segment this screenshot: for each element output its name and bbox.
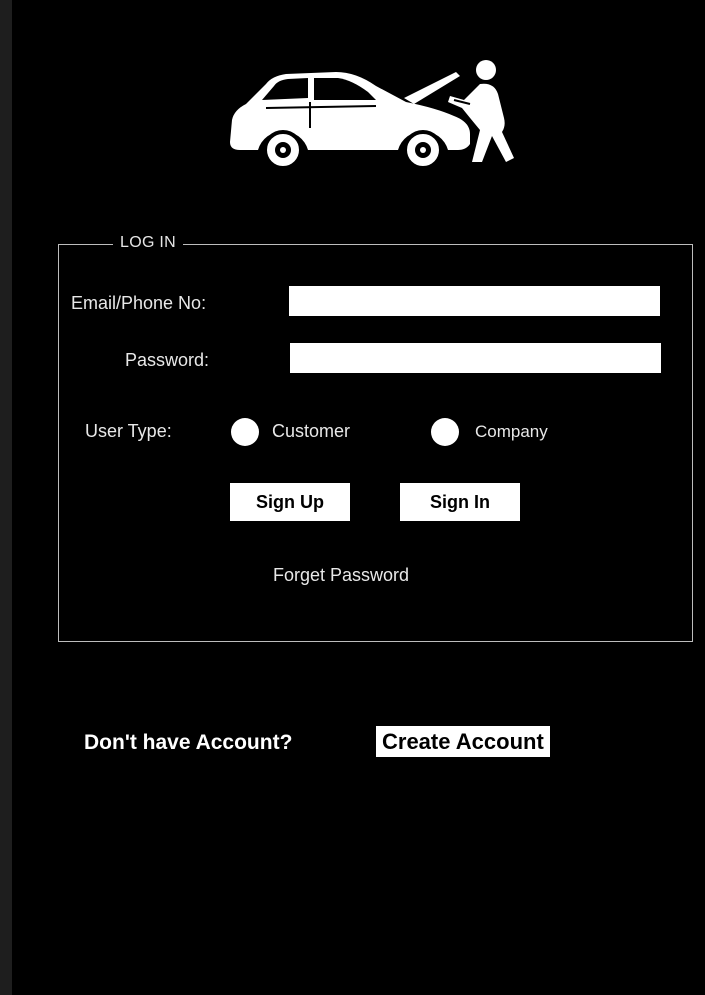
- create-account-button[interactable]: Create Account: [376, 726, 550, 757]
- radio-company[interactable]: [431, 418, 459, 446]
- password-label: Password:: [125, 350, 210, 370]
- radio-customer-label: Customer: [272, 421, 351, 441]
- sign-in-button[interactable]: Sign In: [400, 483, 520, 521]
- radio-customer[interactable]: [231, 418, 259, 446]
- sign-up-button[interactable]: Sign Up: [230, 483, 350, 521]
- email-field[interactable]: [289, 286, 660, 316]
- login-legend: LOG IN: [113, 234, 184, 252]
- email-label: Email/Phone No:: [71, 293, 207, 313]
- radio-company-label: Company: [475, 422, 548, 441]
- password-field[interactable]: [290, 343, 661, 373]
- car-mechanic-icon: [230, 60, 514, 170]
- no-account-text: Don't have Account?: [84, 731, 293, 754]
- user-type-label: User Type:: [85, 421, 172, 441]
- forget-password-link[interactable]: Forget Password: [273, 565, 409, 586]
- login-panel: LOG IN Email/Phone No: Password: User Ty…: [58, 234, 693, 642]
- app-frame: LOG IN Email/Phone No: Password: User Ty…: [12, 0, 705, 995]
